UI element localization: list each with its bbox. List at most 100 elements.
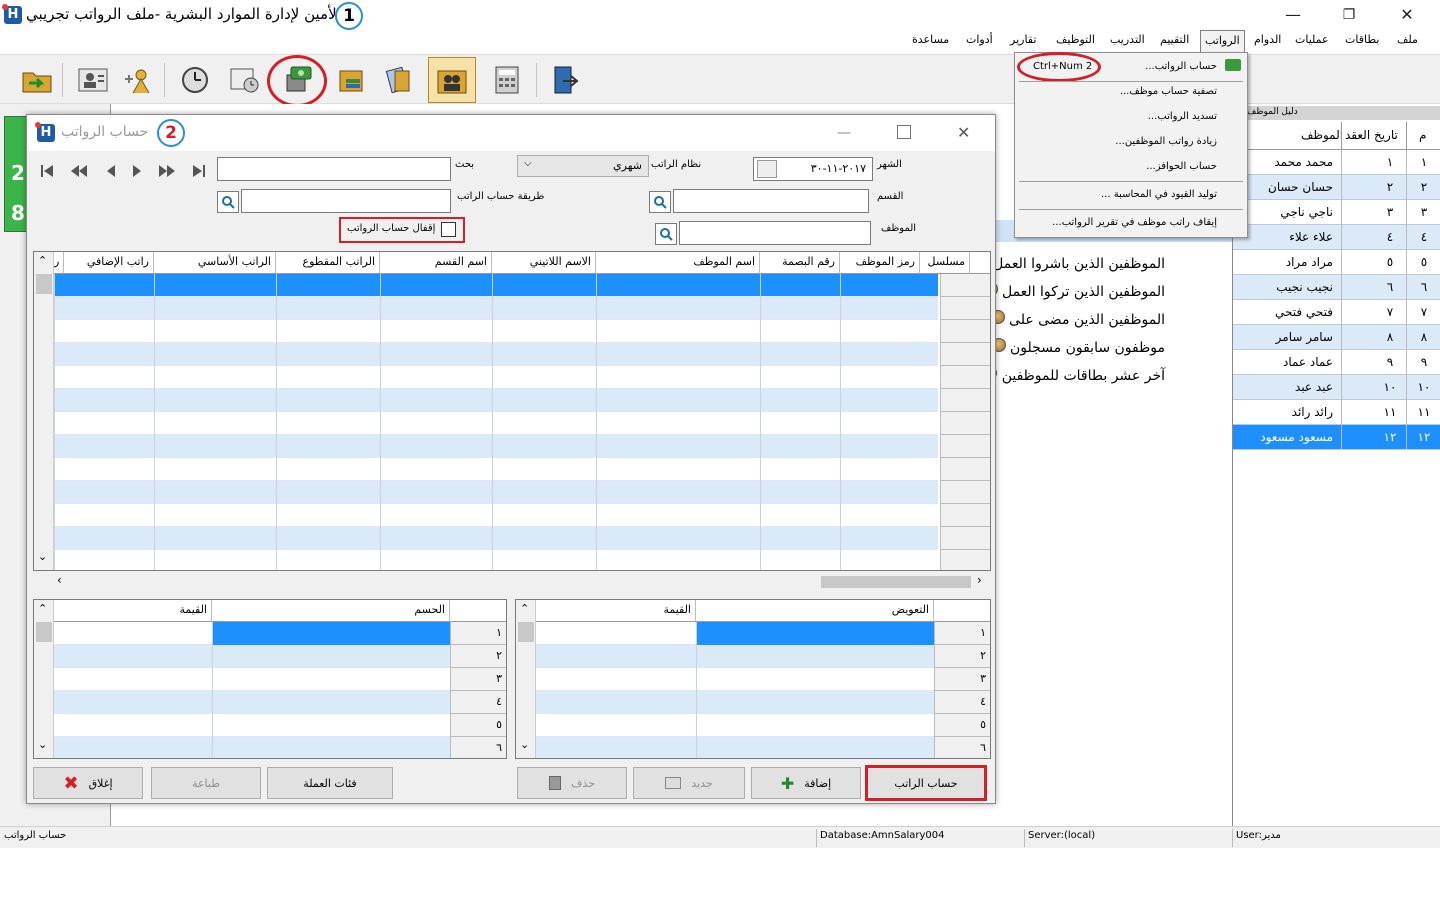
- employees-folder-icon[interactable]: [428, 57, 476, 103]
- documents-icon[interactable]: [380, 61, 418, 99]
- calculator-icon[interactable]: [488, 61, 526, 99]
- delete-button[interactable]: حذف: [517, 767, 627, 799]
- table-row[interactable]: [34, 412, 938, 435]
- link-former-employees[interactable]: موظفون سابقون مسجلون: [991, 338, 1165, 356]
- scroll-up-icon[interactable]: ⌃: [38, 602, 47, 615]
- allowance-row[interactable]: ٦: [536, 737, 990, 758]
- scrollbar-thumb[interactable]: [821, 576, 971, 588]
- scrollbar-thumb[interactable]: [518, 622, 534, 642]
- deduction-row[interactable]: ٢: [54, 645, 506, 668]
- allowance-name-cell[interactable]: [696, 668, 934, 691]
- menu-operations[interactable]: عمليات: [1295, 33, 1329, 46]
- deduction-row[interactable]: ٤: [54, 691, 506, 714]
- scrollbar-thumb[interactable]: [36, 622, 52, 642]
- column-header[interactable]: اسم الموظف: [596, 252, 760, 274]
- deduction-value-header[interactable]: القيمة: [54, 600, 212, 622]
- dialog-close-button[interactable]: ✕: [957, 123, 970, 142]
- print-button[interactable]: طباعة: [151, 767, 261, 799]
- deduction-name-cell[interactable]: [212, 668, 450, 691]
- nav-prev-page-icon[interactable]: [67, 159, 91, 183]
- nav-prev-icon[interactable]: [99, 159, 123, 183]
- scroll-up-icon[interactable]: ⌃: [38, 254, 47, 267]
- menu-salaries[interactable]: الرواتب: [1200, 30, 1245, 52]
- deduction-name-cell[interactable]: [212, 691, 450, 714]
- deduction-name-header[interactable]: الحسم: [212, 600, 450, 622]
- new-button[interactable]: جديد: [633, 767, 745, 799]
- table-row[interactable]: [34, 274, 938, 297]
- menu-item-salary-payment[interactable]: تسديد الرواتب...: [1148, 111, 1217, 122]
- allowance-name-cell[interactable]: [696, 737, 934, 758]
- scroll-right-icon[interactable]: ›: [977, 573, 982, 587]
- menu-item-employee-settlement[interactable]: تصفية حساب موظف...: [1120, 86, 1217, 97]
- table-row[interactable]: [34, 481, 938, 504]
- vertical-scrollbar[interactable]: ⌃ ⌄: [516, 600, 536, 758]
- salary-grid[interactable]: مسلسل رمز الموظف رقم البصمة اسم الموظف الاسم…: [33, 251, 991, 571]
- close-button[interactable]: إغلاق ✖: [33, 767, 143, 799]
- nav-next-icon[interactable]: [125, 159, 149, 183]
- calculate-salary-button[interactable]: حساب الراتب: [865, 765, 987, 801]
- employee-field[interactable]: [679, 221, 871, 245]
- allowance-row[interactable]: ٢: [536, 645, 990, 668]
- calendar-clock-icon[interactable]: [226, 61, 264, 99]
- deduction-row[interactable]: ٣: [54, 668, 506, 691]
- deduction-name-cell[interactable]: [212, 714, 450, 737]
- table-row[interactable]: [34, 458, 938, 481]
- allowance-row[interactable]: ١: [536, 622, 990, 645]
- menu-item-incentives[interactable]: حساب الحوافز...: [1146, 161, 1217, 172]
- menu-item-stop-salary[interactable]: إيقاف راتب موظف في تقرير الرواتب...: [1052, 217, 1217, 228]
- menu-item-salary-calc[interactable]: حساب الرواتب...: [1145, 61, 1217, 72]
- deduction-name-cell[interactable]: [212, 645, 450, 668]
- deduction-name-cell[interactable]: [212, 737, 450, 758]
- menu-attendance[interactable]: الدوام: [1254, 33, 1281, 46]
- nav-first-icon[interactable]: [35, 159, 59, 183]
- employee-card-icon[interactable]: [74, 61, 112, 99]
- table-row[interactable]: [34, 297, 938, 320]
- menu-item-generate-entries[interactable]: توليد القيود في المحاسبة ...: [1101, 189, 1217, 200]
- clock-icon[interactable]: [176, 61, 214, 99]
- deductions-grid[interactable]: الحسم القيمة ١ ٢ ٣ ٤ ٥ ٦ ⌃ ⌄: [33, 599, 507, 759]
- directory-row[interactable]: ٦ ٦ نجيب نجيب: [1233, 275, 1440, 300]
- table-row[interactable]: [34, 320, 938, 343]
- calendar-icon[interactable]: [757, 160, 777, 178]
- department-search-icon[interactable]: [649, 191, 671, 213]
- scroll-down-icon[interactable]: ⌄: [38, 550, 47, 563]
- vertical-scrollbar[interactable]: ⌃ ⌄: [34, 252, 54, 570]
- table-row[interactable]: [34, 366, 938, 389]
- column-header[interactable]: اسم القسم: [380, 252, 492, 274]
- exit-door-icon[interactable]: [546, 61, 584, 99]
- directory-row[interactable]: ٩ ٩ عماد عماد: [1233, 350, 1440, 375]
- nav-last-icon[interactable]: [187, 159, 211, 183]
- dialog-maximize-button[interactable]: [897, 125, 911, 139]
- allowance-name-cell[interactable]: [696, 645, 934, 668]
- allowances-grid[interactable]: التعويض القيمة ١ ٢ ٣ ٤ ٥ ٦ ⌃ ⌄: [515, 599, 991, 759]
- employee-search-icon[interactable]: [655, 223, 677, 245]
- column-header[interactable]: ر: [54, 252, 65, 274]
- search-input[interactable]: [217, 157, 451, 181]
- menu-training[interactable]: التدريب: [1110, 33, 1145, 46]
- books-icon[interactable]: [334, 61, 372, 99]
- scrollbar-thumb[interactable]: [36, 274, 52, 294]
- table-row[interactable]: [34, 389, 938, 412]
- directory-row[interactable]: ١ ١ محمد محمد: [1233, 150, 1440, 175]
- column-header[interactable]: رقم البصمة: [760, 252, 840, 274]
- deduction-row[interactable]: ٥: [54, 714, 506, 737]
- directory-row[interactable]: ٨ ٨ سامر سامر: [1233, 325, 1440, 350]
- menu-cards[interactable]: بطاقات: [1345, 33, 1379, 46]
- link-employees-left[interactable]: الموظفين الذين تركوا العمل: [983, 282, 1165, 300]
- allowance-row[interactable]: ٥: [536, 714, 990, 737]
- column-header[interactable]: مسلسل: [920, 252, 970, 274]
- column-header[interactable]: الراتب الأساسي: [154, 252, 276, 274]
- calc-method-field[interactable]: [241, 189, 451, 213]
- scroll-down-icon[interactable]: ⌄: [520, 738, 529, 751]
- vertical-scrollbar[interactable]: ⌃ ⌄: [34, 600, 54, 758]
- column-header[interactable]: الاسم اللاتيني: [492, 252, 596, 274]
- currency-denominations-button[interactable]: فئات العملة: [267, 767, 393, 799]
- close-window-button[interactable]: ✕: [1384, 4, 1430, 26]
- deduction-row[interactable]: ١: [54, 622, 506, 645]
- scroll-up-icon[interactable]: ⌃: [520, 602, 529, 615]
- salary-system-select[interactable]: شهري ⌵: [517, 155, 649, 177]
- month-field[interactable]: ٢٠١٧-١١-٣٠: [753, 157, 873, 181]
- allowance-name-header[interactable]: التعويض: [696, 600, 934, 622]
- directory-row[interactable]: ٥ ٥ مراد مراد: [1233, 250, 1440, 275]
- menu-item-salary-increase[interactable]: زيادة رواتب الموظفين...: [1115, 136, 1217, 147]
